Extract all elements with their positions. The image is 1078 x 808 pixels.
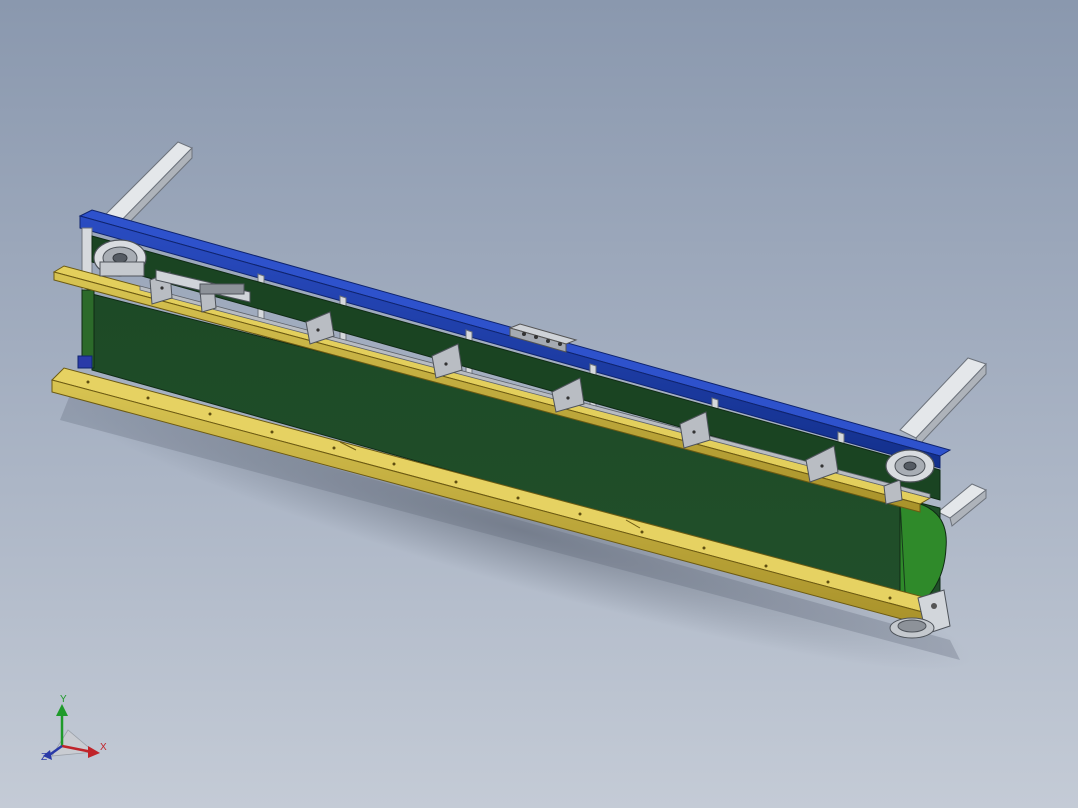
conveyor-model[interactable] [0,0,1078,808]
right-drive-pulley[interactable] [885,449,935,483]
right-support-arm-lower[interactable] [937,483,987,527]
z-axis-label: Z [41,752,48,763]
right-support-arm-upper[interactable] [899,357,987,448]
left-drive-pulley[interactable] [93,239,147,277]
y-axis-label: Y [60,694,67,705]
x-axis-label: X [100,742,107,753]
left-end-cap [77,355,93,369]
x-axis-arrow [88,746,100,758]
y-axis-arrow [56,704,68,716]
cad-viewport[interactable]: Y X Z [0,0,1078,808]
coordinate-triad: Y X Z [30,690,120,770]
